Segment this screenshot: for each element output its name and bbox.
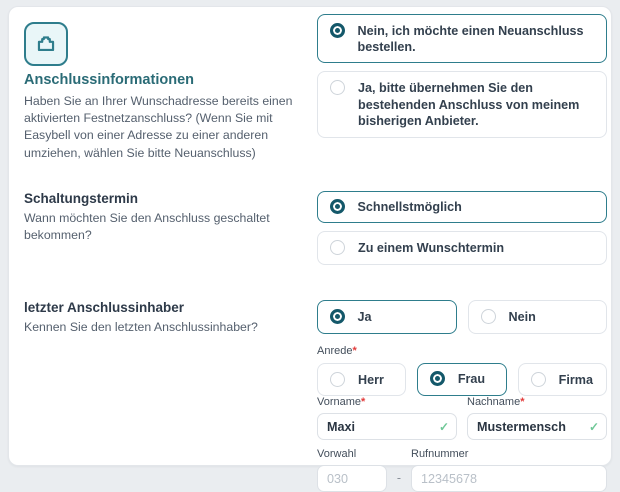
required-asterisk: * [520, 396, 524, 408]
radio-selected-icon[interactable] [330, 309, 345, 324]
radio-unselected-icon[interactable] [330, 372, 345, 387]
option-frau[interactable]: Frau [417, 363, 506, 397]
phone-fields: Vorwahl - Rufnummer [317, 448, 607, 492]
section-title-anschlussinhaber: letzter Anschlussinhaber [24, 300, 307, 315]
vorwahl-input[interactable] [317, 465, 387, 492]
option-nein[interactable]: Nein [468, 300, 608, 334]
rufnummer-label: Rufnummer [411, 448, 607, 460]
anrede-label: Anrede* [317, 345, 607, 357]
radio-selected-icon[interactable] [430, 371, 445, 386]
option-firma[interactable]: Firma [518, 363, 607, 397]
rufnummer-input[interactable] [411, 465, 607, 492]
option-herr[interactable]: Herr [317, 363, 406, 397]
option-label: Ja [358, 308, 372, 326]
radio-unselected-icon[interactable] [330, 240, 345, 255]
option-wunschtermin[interactable]: Zu einem Wunschtermin [317, 231, 607, 265]
vorname-label: Vorname* [317, 396, 457, 408]
option-label: Firma [559, 371, 593, 389]
option-label: Frau [458, 370, 485, 388]
section-description-anschlussinhaber: Kennen Sie den letzten Anschlussinhaber? [24, 319, 307, 336]
option-label: Nein [509, 308, 536, 326]
section-title-schaltungstermin: Schaltungstermin [24, 191, 307, 206]
option-label: Zu einem Wunschtermin [358, 239, 504, 257]
valid-check-icon: ✓ [589, 420, 599, 434]
radio-unselected-icon[interactable] [330, 80, 345, 95]
radio-unselected-icon[interactable] [481, 309, 496, 324]
section-letzter-anschlussinhaber: letzter Anschlussinhaber Kennen Sie den … [24, 300, 605, 492]
nachname-input[interactable] [467, 413, 607, 440]
nachname-label: Nachname* [467, 396, 607, 408]
section-title-anschlussinformationen: Anschlussinformationen [24, 72, 307, 88]
required-asterisk: * [352, 345, 356, 357]
radio-selected-icon[interactable] [330, 199, 345, 214]
radio-selected-icon[interactable] [330, 23, 345, 38]
option-label: Nein, ich möchte einen Neuanschluss best… [358, 22, 595, 56]
vorname-input[interactable] [317, 413, 457, 440]
option-label: Ja, bitte übernehmen Sie den bestehenden… [358, 79, 594, 130]
section-anschluss-info-column: Anschlussinformationen Haben Sie an Ihre… [24, 14, 317, 162]
section-description-schaltungstermin: Wann möchten Sie den Anschluss geschalte… [24, 210, 307, 244]
valid-check-icon: ✓ [439, 420, 449, 434]
anrede-options: Herr Frau Firma [317, 363, 607, 397]
option-neuanschluss[interactable]: Nein, ich möchte einen Neuanschluss best… [317, 14, 607, 63]
phone-separator: - [387, 471, 411, 492]
option-ja[interactable]: Ja [317, 300, 457, 334]
option-schnellstmoeglich[interactable]: Schnellstmöglich [317, 191, 607, 224]
required-asterisk: * [361, 396, 365, 408]
inhaber-bekannt-options: Ja Nein [317, 300, 607, 334]
ethernet-port-icon [24, 22, 68, 66]
section-description-anschluss: Haben Sie an Ihrer Wunschadresse bereits… [24, 93, 307, 162]
option-label: Herr [358, 371, 384, 389]
radio-unselected-icon[interactable] [531, 372, 546, 387]
anschluss-form-card: Anschlussinformationen Haben Sie an Ihre… [8, 6, 612, 466]
name-fields: Vorname* ✓ Nachname* ✓ [317, 396, 607, 440]
option-anschluss-uebernahme[interactable]: Ja, bitte übernehmen Sie den bestehenden… [317, 71, 607, 138]
section-anschlussinformationen: Anschlussinformationen Haben Sie an Ihre… [24, 14, 605, 162]
section-schaltungstermin: Schaltungstermin Wann möchten Sie den An… [24, 191, 605, 265]
vorwahl-label: Vorwahl [317, 448, 387, 460]
option-label: Schnellstmöglich [358, 198, 462, 216]
